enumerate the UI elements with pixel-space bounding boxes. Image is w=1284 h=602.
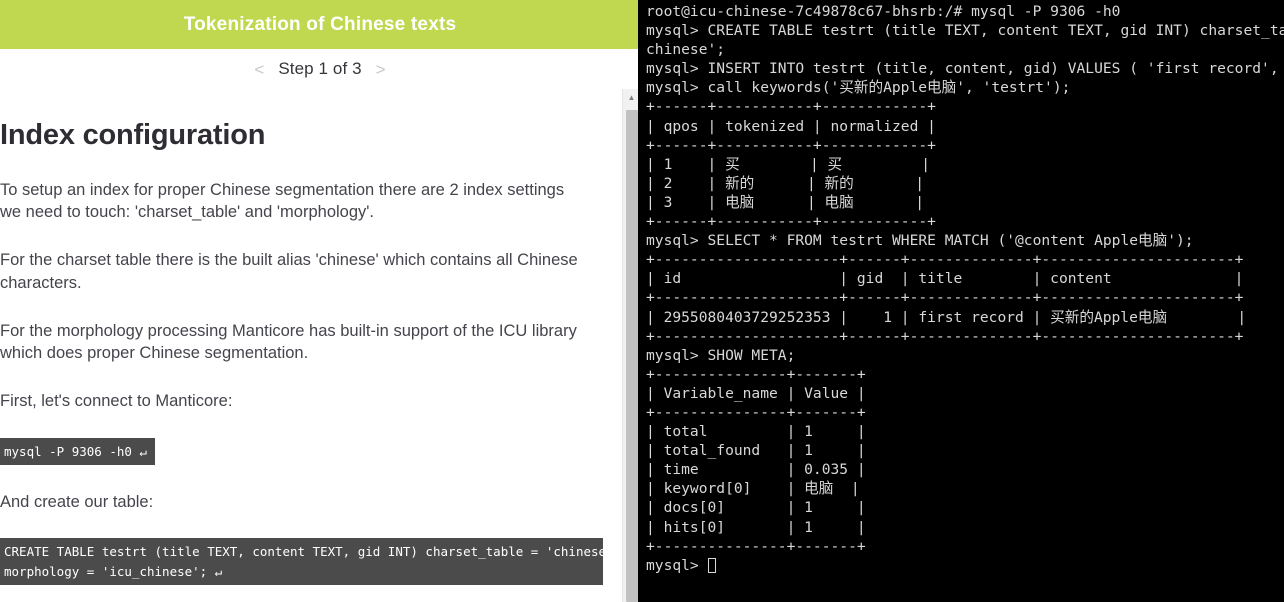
terminal-line: +------+-----------+------------+: [646, 213, 936, 231]
code-create-wrap: CREATE TABLE testrt (title TEXT, content…: [0, 538, 614, 586]
paragraph-create-table: And create our table:: [0, 493, 154, 512]
terminal-prompt: mysql>: [646, 556, 708, 574]
terminal-line: | 3 | 电脑 | 电脑 |: [646, 193, 925, 211]
next-step-icon[interactable]: >: [376, 61, 386, 78]
terminal-cursor-icon: [707, 557, 716, 573]
terminal-line: +---------------------+------+----------…: [646, 327, 1244, 345]
terminal-line: | total_found | 1 |: [646, 442, 866, 460]
tutorial-pane: Tokenization of Chinese texts < Step 1 o…: [0, 0, 640, 602]
terminal-line: +---------------+-------+: [646, 403, 866, 421]
terminal-line: | 1 | 买 | 买 |: [646, 155, 930, 173]
step-indicator: Step 1 of 3: [278, 59, 362, 78]
pane-divider: [638, 0, 640, 602]
paragraph-morphology: For the morphology processing Manticore …: [0, 321, 577, 363]
code-snippet-create-table[interactable]: CREATE TABLE testrt (title TEXT, content…: [0, 538, 614, 586]
code-connect-wrap: mysql -P 9306 -h0 ↵: [0, 437, 578, 466]
terminal-line: | 2955080403729252353 | 1 | first record…: [646, 308, 1247, 326]
terminal-line: mysql> INSERT INTO testrt (title, conten…: [646, 60, 1279, 78]
terminal-pane[interactable]: root@icu-chinese-7c49878c67-bhsrb:/# mys…: [640, 0, 1284, 602]
terminal-line: mysql> SELECT * FROM testrt WHERE MATCH …: [646, 232, 1194, 250]
terminal-line: mysql> call keywords('买新的Apple电脑', 'test…: [646, 79, 1071, 97]
terminal-line: mysql> CREATE TABLE testrt (title TEXT, …: [646, 22, 1284, 40]
paragraph-connect: First, let's connect to Manticore:: [0, 392, 233, 411]
terminal-line: +---------------------+------+----------…: [646, 289, 1244, 307]
terminal-line: +------+-----------+------------+: [646, 136, 936, 154]
page-title: Tokenization of Chinese texts: [183, 13, 457, 35]
tutorial-content: Index configuration To setup an index fo…: [0, 89, 640, 602]
section-heading: Index configuration: [0, 119, 266, 151]
terminal-line: | time | 0.035 |: [646, 461, 866, 479]
app-root: Tokenization of Chinese texts < Step 1 o…: [0, 0, 1284, 602]
terminal-line: +---------------+-------+: [646, 365, 866, 383]
terminal-line: mysql> SHOW META;: [646, 346, 796, 364]
scrollbar-thumb[interactable]: [626, 110, 638, 602]
terminal-line: | Variable_name | Value |: [646, 384, 866, 402]
terminal-line: | total | 1 |: [646, 423, 866, 441]
paragraph-intro: To setup an index for proper Chinese seg…: [0, 180, 565, 222]
terminal-line: +---------------+-------+: [646, 537, 866, 555]
terminal-line: root@icu-chinese-7c49878c67-bhsrb:/# mys…: [646, 3, 1121, 20]
terminal-line: | keyword[0] | 电脑 |: [646, 480, 860, 498]
prev-step-icon[interactable]: <: [254, 61, 264, 78]
step-navigation: < Step 1 of 3 >: [0, 49, 640, 89]
terminal-line: | docs[0] | 1 |: [646, 499, 866, 517]
terminal-line: | 2 | 新的 | 新的 |: [646, 174, 925, 192]
terminal-line: | hits[0] | 1 |: [646, 518, 866, 536]
terminal-line: chinese';: [646, 41, 726, 59]
terminal-prompt-line: mysql>: [646, 556, 1284, 575]
terminal-line: | qpos | tokenized | normalized |: [646, 117, 936, 135]
terminal-line: +------+-----------+------------+: [646, 98, 936, 116]
terminal-line: +---------------------+------+----------…: [646, 251, 1244, 269]
tutorial-title-bar: Tokenization of Chinese texts: [0, 0, 640, 49]
code-snippet-connect[interactable]: mysql -P 9306 -h0 ↵: [0, 437, 155, 466]
terminal-line: | id | gid | title | content |: [646, 270, 1244, 288]
paragraph-charset: For the charset table there is the built…: [0, 251, 578, 292]
